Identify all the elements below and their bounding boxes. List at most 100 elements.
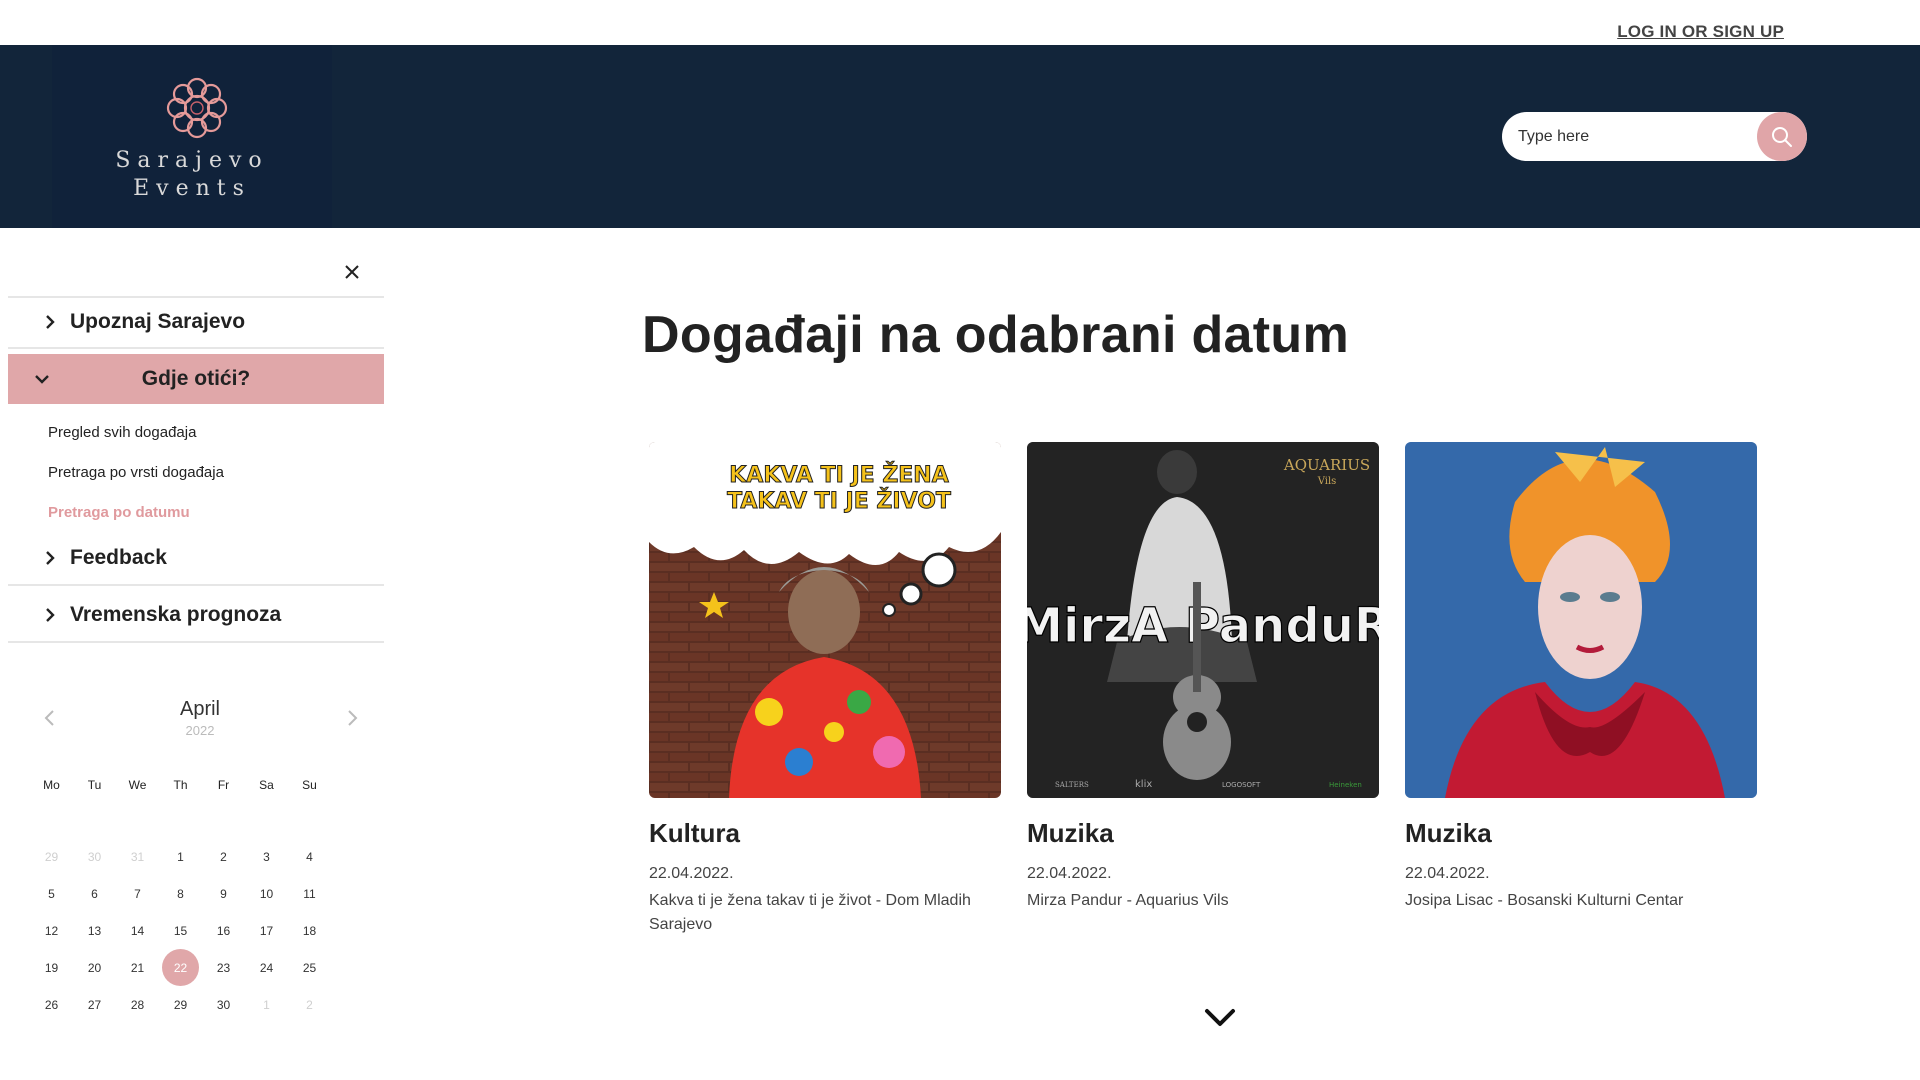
calendar-day[interactable]: 2 [202, 838, 245, 875]
calendar-day-number: 1 [177, 849, 184, 864]
submenu-item-vrsta[interactable]: Pretraga po vrsti događaja [48, 464, 224, 481]
calendar-day-number: 19 [44, 960, 59, 975]
event-category: Kultura [649, 818, 740, 848]
calendar-day[interactable]: 27 [73, 986, 116, 1023]
close-icon [345, 265, 359, 279]
calendar-day[interactable]: 9 [202, 875, 245, 912]
sidebar-item-feedback[interactable]: Feedback [8, 533, 384, 583]
weekday-label: Mo [43, 778, 60, 792]
calendar-day[interactable]: 26 [30, 986, 73, 1023]
calendar-day[interactable]: 10 [245, 875, 288, 912]
weekday-label: Tu [87, 778, 102, 792]
event-card[interactable]: KAKVA TI JE ŽENA TAKAV TI JE ŽIVOT Kultu… [649, 442, 1001, 937]
sidebar-item-vremenska-prognoza[interactable]: Vremenska prognoza [8, 590, 384, 640]
flower-ornament-icon [166, 77, 228, 139]
calendar-day-number: 8 [177, 886, 184, 901]
sidebar-item-label: Vremenska prognoza [70, 603, 282, 626]
calendar-day-number: 4 [306, 849, 313, 864]
calendar-day[interactable]: 1 [245, 986, 288, 1023]
sidebar-item-gdje-otici[interactable]: Gdje otići? [8, 354, 384, 404]
calendar-day[interactable]: 23 [202, 949, 245, 986]
weekday-label: Fr [217, 778, 230, 792]
calendar-day-number: 2 [220, 849, 227, 864]
calendar-month: April [179, 698, 220, 720]
calendar-day[interactable]: 6 [73, 875, 116, 912]
calendar-day[interactable]: 30 [202, 986, 245, 1023]
calendar-day-number: 6 [91, 886, 98, 901]
poster-headline-1: KAKVA TI JE ŽENA [729, 462, 948, 488]
event-date: 22.04.2022. [649, 865, 734, 882]
calendar-day-number: 29 [44, 849, 59, 864]
event-poster-kultura[interactable]: KAKVA TI JE ŽENA TAKAV TI JE ŽIVOT [649, 442, 1001, 798]
calendar-day-number: 25 [302, 960, 317, 975]
calendar-day-number: 24 [259, 960, 274, 975]
calendar-day-number: 22 [162, 949, 199, 986]
calendar-day[interactable]: 18 [288, 912, 331, 949]
calendar-day[interactable]: 25 [288, 949, 331, 986]
site-header: Sarajevo Events [0, 45, 1920, 228]
calendar-day-number: 30 [216, 997, 231, 1012]
calendar-day-number: 30 [87, 849, 102, 864]
calendar-day[interactable]: 16 [202, 912, 245, 949]
calendar-day[interactable]: 15 [159, 912, 202, 949]
calendar-day[interactable]: 29 [159, 986, 202, 1023]
calendar-day-number: 27 [87, 997, 102, 1012]
calendar-day[interactable]: 21 [116, 949, 159, 986]
calendar-day-number: 12 [44, 923, 59, 938]
event-card[interactable]: Muzika 22.04.2022. Josipa Lisac - Bosans… [1405, 442, 1757, 913]
calendar-day[interactable]: 30 [73, 838, 116, 875]
search-input[interactable] [1518, 124, 1758, 150]
chevron-down-icon [1205, 1009, 1235, 1026]
chevron-down-icon [35, 375, 49, 384]
calendar-day-number: 26 [44, 997, 59, 1012]
calendar-day[interactable]: 11 [288, 875, 331, 912]
calendar-day[interactable]: 24 [245, 949, 288, 986]
calendar-day-selected[interactable]: 22 [159, 949, 202, 986]
calendar-next-button[interactable] [342, 708, 362, 728]
weekday-label: Su [302, 778, 317, 792]
calendar-day[interactable]: 1 [159, 838, 202, 875]
calendar-day-number: 9 [220, 886, 227, 901]
calendar-day-number: 3 [263, 849, 270, 864]
calendar-day-number: 1 [263, 997, 270, 1012]
calendar-day[interactable]: 29 [30, 838, 73, 875]
calendar-day-number: 2 [306, 997, 313, 1012]
logo-line-1: Sarajevo [115, 148, 269, 173]
divider [8, 584, 384, 586]
event-date: 22.04.2022. [1027, 865, 1112, 882]
event-poster-muzika-lisac[interactable] [1405, 442, 1757, 798]
calendar-day[interactable]: 4 [288, 838, 331, 875]
calendar-day[interactable]: 13 [73, 912, 116, 949]
calendar-day-number: 13 [87, 923, 102, 938]
chevron-right-icon [46, 315, 55, 329]
close-sidebar-button[interactable] [340, 260, 364, 284]
calendar-day[interactable]: 28 [116, 986, 159, 1023]
calendar-day-number: 28 [130, 997, 145, 1012]
calendar-day[interactable]: 31 [116, 838, 159, 875]
calendar-day[interactable]: 8 [159, 875, 202, 912]
event-poster-image [1405, 442, 1757, 798]
event-description: Kakva ti je žena takav ti je život - Dom… [649, 892, 971, 933]
calendar-day[interactable]: 14 [116, 912, 159, 949]
login-signup-link[interactable]: LOG IN OR SIGN UP [1617, 22, 1784, 42]
event-poster-muzika-pandur[interactable]: AQUARIUS Vils MirzA PanduR SALTERS klix … [1027, 442, 1379, 798]
event-card[interactable]: AQUARIUS Vils MirzA PanduR SALTERS klix … [1027, 442, 1379, 913]
sidebar-item-upoznaj-sarajevo[interactable]: Upoznaj Sarajevo [8, 297, 384, 347]
calendar-day[interactable]: 3 [245, 838, 288, 875]
calendar-day-number: 10 [259, 886, 274, 901]
submenu-item-datum[interactable]: Pretraga po datumu [48, 504, 190, 521]
page-title: Događaji na odabrani datum [642, 306, 1349, 364]
calendar-day[interactable]: 7 [116, 875, 159, 912]
calendar-day[interactable]: 19 [30, 949, 73, 986]
divider [8, 641, 384, 643]
calendar-day[interactable]: 2 [288, 986, 331, 1023]
calendar-day[interactable]: 12 [30, 912, 73, 949]
submenu-item-pregled[interactable]: Pregled svih događaja [48, 424, 196, 441]
calendar-day[interactable]: 5 [30, 875, 73, 912]
site-logo[interactable]: Sarajevo Events [52, 45, 332, 228]
search-button[interactable] [1757, 112, 1807, 161]
calendar-day[interactable]: 20 [73, 949, 116, 986]
calendar-day[interactable]: 17 [245, 912, 288, 949]
event-description: Mirza Pandur - Aquarius Vils [1027, 892, 1229, 909]
load-more-button[interactable] [1203, 1006, 1237, 1030]
